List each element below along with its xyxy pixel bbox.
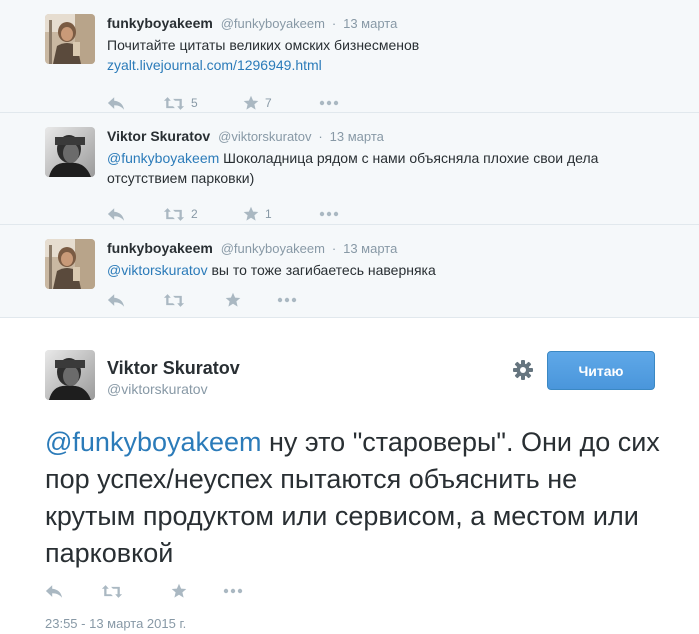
reply-button[interactable] xyxy=(45,584,101,599)
retweet-button[interactable] xyxy=(163,293,225,308)
separator-dot: · xyxy=(318,129,323,144)
retweet-icon xyxy=(163,207,185,222)
tweet-time[interactable]: 13 марта xyxy=(343,241,397,256)
tweet-time[interactable]: 13 марта xyxy=(343,16,397,31)
username[interactable]: @funkyboyakeem xyxy=(221,16,325,31)
more-icon xyxy=(319,211,339,217)
tweet-text: @funkyboyakeem ну это "староверы". Они д… xyxy=(45,424,665,572)
more-icon xyxy=(223,588,243,594)
reply-icon xyxy=(45,584,63,599)
avatar[interactable] xyxy=(45,350,95,400)
tweet-body: Почитайте цитаты великих омских бизнесме… xyxy=(107,37,420,53)
favorite-count: 1 xyxy=(265,207,272,221)
following-button[interactable]: Читаю xyxy=(547,351,655,390)
main-tweet: Viktor Skuratov @viktorskuratov Читаю @f… xyxy=(0,320,699,634)
reply-icon xyxy=(107,207,125,222)
more-button[interactable] xyxy=(319,100,349,106)
more-icon xyxy=(277,297,297,303)
tweet-actions xyxy=(45,577,253,605)
retweet-button[interactable]: 5 xyxy=(163,96,243,111)
avatar[interactable] xyxy=(45,239,95,289)
retweet-button[interactable] xyxy=(101,584,171,599)
thread-tweet[interactable]: funkyboyakeem @funkyboyakeem · 13 марта … xyxy=(0,225,699,318)
star-icon xyxy=(243,206,259,222)
retweet-count: 2 xyxy=(191,207,198,221)
thread-tweet[interactable]: Viktor Skuratov @viktorskuratov · 13 мар… xyxy=(0,113,699,225)
tweet-actions xyxy=(107,286,687,324)
tweet-text: @viktorskuratov вы то тоже загибаетесь н… xyxy=(107,260,607,280)
star-icon xyxy=(225,292,241,308)
reply-button[interactable] xyxy=(107,207,163,222)
avatar[interactable] xyxy=(45,14,95,64)
author-names: Viktor Skuratov @viktorskuratov xyxy=(107,357,240,397)
tweet-header: funkyboyakeem @funkyboyakeem · 13 марта xyxy=(107,239,687,258)
star-icon xyxy=(171,583,187,599)
retweet-icon xyxy=(101,584,123,599)
avatar[interactable] xyxy=(45,127,95,177)
conversation-thread: funkyboyakeem @funkyboyakeem · 13 марта … xyxy=(0,0,699,318)
settings-button[interactable] xyxy=(512,359,534,386)
favorite-button[interactable] xyxy=(225,292,277,308)
more-button[interactable] xyxy=(223,588,253,594)
tweet-body: вы то тоже загибаетесь наверняка xyxy=(207,262,436,278)
more-icon xyxy=(319,100,339,106)
reply-button[interactable] xyxy=(107,96,163,111)
tweet-header: funkyboyakeem @funkyboyakeem · 13 марта xyxy=(107,14,687,33)
tweet-header: Viktor Skuratov @viktorskuratov · 13 мар… xyxy=(107,127,687,146)
fullname[interactable]: funkyboyakeem xyxy=(107,15,213,31)
reply-icon xyxy=(107,96,125,111)
username[interactable]: @viktorskuratov xyxy=(218,129,311,144)
tweet-link[interactable]: zyalt.livejournal.com/1296949.html xyxy=(107,57,322,73)
retweet-icon xyxy=(163,293,185,308)
tweet-text: Почитайте цитаты великих омских бизнесме… xyxy=(107,35,607,75)
mention-link[interactable]: @funkyboyakeem xyxy=(45,427,262,457)
more-button[interactable] xyxy=(277,297,307,303)
star-icon xyxy=(243,95,259,111)
username[interactable]: @viktorskuratov xyxy=(107,381,240,397)
reply-icon xyxy=(107,293,125,308)
tweet-text: @funkyboyakeem Шоколадница рядом с нами … xyxy=(107,148,607,188)
mention-link[interactable]: @funkyboyakeem xyxy=(107,150,219,166)
tweet-time[interactable]: 13 марта xyxy=(330,129,384,144)
retweet-button[interactable]: 2 xyxy=(163,207,243,222)
mention-link[interactable]: @viktorskuratov xyxy=(107,262,208,278)
favorite-button[interactable] xyxy=(171,583,223,599)
username[interactable]: @funkyboyakeem xyxy=(221,241,325,256)
retweet-icon xyxy=(163,96,185,111)
retweet-count: 5 xyxy=(191,96,198,110)
gear-icon xyxy=(513,360,533,380)
more-button[interactable] xyxy=(319,211,349,217)
separator-dot: · xyxy=(331,16,337,31)
fullname[interactable]: funkyboyakeem xyxy=(107,240,213,256)
thread-tweet[interactable]: funkyboyakeem @funkyboyakeem · 13 марта … xyxy=(0,0,699,113)
reply-button[interactable] xyxy=(107,293,163,308)
fullname[interactable]: Viktor Skuratov xyxy=(107,358,240,378)
fullname[interactable]: Viktor Skuratov xyxy=(107,128,210,144)
favorite-button[interactable]: 1 xyxy=(243,206,319,222)
tweet-timestamp[interactable]: 23:55 - 13 марта 2015 г. xyxy=(45,616,186,631)
favorite-button[interactable]: 7 xyxy=(243,95,319,111)
separator-dot: · xyxy=(331,241,337,256)
favorite-count: 7 xyxy=(265,96,272,110)
